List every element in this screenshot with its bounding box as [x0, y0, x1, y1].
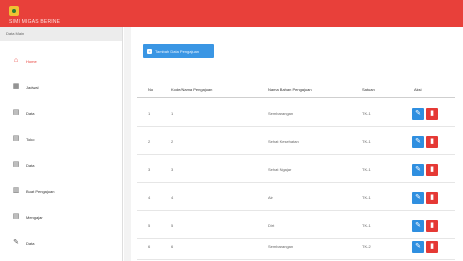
clipboard-icon: ▤	[12, 109, 20, 116]
clipboard-icon: ▤	[12, 135, 20, 142]
sidebar: Data Main ⌂ Home ▦ Jadwal ▤ Data ▤ Toko …	[0, 27, 123, 261]
sidebar-item-label: Home	[26, 58, 37, 64]
edit-button[interactable]: ✎	[412, 192, 424, 204]
calendar-icon: ▦	[12, 83, 20, 90]
trash-icon: ▮	[430, 110, 434, 117]
trash-icon: ▮	[430, 138, 434, 145]
sidebar-item-data-3[interactable]: ✎ Data	[0, 231, 123, 255]
delete-button[interactable]: ▮	[426, 192, 438, 204]
sidebar-item-label: Jadwal	[26, 84, 39, 90]
delete-button[interactable]: ▮	[426, 136, 438, 148]
sidebar-item-buat-pengajuan[interactable]: ▥ Buat Pengajuan	[0, 179, 123, 203]
cell-no: 2	[148, 139, 151, 144]
home-icon: ⌂	[13, 57, 19, 64]
pencil-icon: ✎	[415, 166, 421, 173]
sidebar-item-data[interactable]: ▤ Data	[0, 101, 123, 125]
clipboard-icon: ▤	[12, 161, 20, 168]
table-row: 1 1 Sembarangan TK-1 ✎ ▮	[137, 99, 455, 127]
cell-satuan: TK-1	[362, 139, 371, 144]
cell-no: 5	[148, 223, 151, 228]
cell-kode: 2	[171, 139, 174, 144]
sidebar-item-label: Buat Pengajuan	[26, 188, 55, 194]
sidebar-item-mengajar[interactable]: ▤ Mengajar	[0, 205, 123, 229]
column-header-nama: Nama Bahan Pengajuan	[268, 87, 312, 92]
cell-no: 6	[148, 244, 151, 249]
table-row: 2 2 Sehat Kesehatan TK-1 ✎ ▮	[137, 127, 455, 155]
clipboard-icon: ▤	[12, 213, 20, 220]
sidebar-item-home[interactable]: ⌂ Home	[0, 49, 123, 73]
app-logo-icon	[9, 6, 19, 16]
sidebar-item-toko[interactable]: ▤ Toko	[0, 127, 123, 151]
edit-button[interactable]: ✎	[412, 108, 424, 120]
pencil-icon: ✎	[415, 138, 421, 145]
table-row: 6 6 Sembarangan TK-2 ✎ ▮	[137, 232, 455, 260]
trash-icon: ▮	[430, 222, 434, 229]
table-row: 3 3 Sehat Ngajar TK-1 ✎ ▮	[137, 155, 455, 183]
cell-nama: Sembarangan	[268, 111, 294, 116]
cell-satuan: TK-1	[362, 111, 371, 116]
edit-button[interactable]: ✎	[412, 136, 424, 148]
cell-nama: Air	[268, 195, 273, 200]
cell-satuan: TK-1	[362, 223, 371, 228]
cell-kode: 1	[171, 111, 174, 116]
app-brand-title: SIMI MIGAS BERINE	[9, 19, 61, 25]
pencil-icon: ✎	[415, 222, 421, 229]
cell-nama: Dirt	[268, 223, 275, 228]
trash-icon: ▮	[430, 194, 434, 201]
table-row: 4 4 Air TK-1 ✎ ▮	[137, 183, 455, 211]
cell-nama: Sembarangan	[268, 244, 294, 249]
cell-kode: 6	[171, 244, 174, 249]
column-header-aksi: Aksi	[414, 87, 422, 92]
top-header-bar: SIMI MIGAS BERINE	[0, 0, 463, 27]
sidebar-item-label: Data	[26, 240, 35, 246]
pencil-icon: ✎	[415, 110, 421, 117]
sidebar-item-label: Data	[26, 162, 35, 168]
edit-button[interactable]: ✎	[412, 164, 424, 176]
cell-kode: 5	[171, 223, 174, 228]
cell-satuan: TK-1	[362, 195, 371, 200]
cell-nama: Sehat Ngajar	[268, 167, 292, 172]
cell-no: 4	[148, 195, 151, 200]
sidebar-item-jadwal[interactable]: ▦ Jadwal	[0, 75, 123, 99]
column-header-no: No	[148, 87, 154, 92]
trash-icon: ▮	[430, 243, 434, 250]
cell-satuan: TK-2	[362, 244, 371, 249]
sidebar-header: Data Main	[0, 27, 122, 41]
delete-button[interactable]: ▮	[426, 241, 438, 253]
column-header-kode: Kode/Nama Pengajuan	[171, 87, 213, 92]
content-gutter	[124, 27, 131, 261]
delete-button[interactable]: ▮	[426, 220, 438, 232]
delete-button[interactable]: ▮	[426, 108, 438, 120]
cell-no: 1	[148, 111, 151, 116]
pencil-icon: ✎	[415, 194, 421, 201]
edit-button[interactable]: ✎	[412, 220, 424, 232]
cell-satuan: TK-1	[362, 167, 371, 172]
trash-icon: ▮	[430, 166, 434, 173]
cell-nama: Sehat Kesehatan	[268, 139, 299, 144]
sidebar-item-label: Toko	[26, 136, 35, 142]
sidebar-item-label: Data	[26, 110, 35, 116]
add-pengajuan-button[interactable]: + Tambah Data Pengajuan	[143, 44, 214, 58]
document-icon: ▥	[12, 187, 20, 194]
add-button-label: Tambah Data Pengajuan	[155, 48, 200, 54]
pencil-icon: ✎	[415, 243, 421, 250]
cell-kode: 3	[171, 167, 174, 172]
column-header-satuan: Satuan	[362, 87, 375, 92]
cell-kode: 4	[171, 195, 174, 200]
delete-button[interactable]: ▮	[426, 164, 438, 176]
pencil-icon: ✎	[13, 239, 19, 246]
plus-icon: +	[147, 48, 152, 54]
sidebar-item-label: Mengajar	[26, 214, 43, 220]
cell-no: 3	[148, 167, 151, 172]
sidebar-item-data-2[interactable]: ▤ Data	[0, 153, 123, 177]
table-header: No Kode/Nama Pengajuan Nama Bahan Pengaj…	[137, 80, 455, 98]
edit-button[interactable]: ✎	[412, 241, 424, 253]
